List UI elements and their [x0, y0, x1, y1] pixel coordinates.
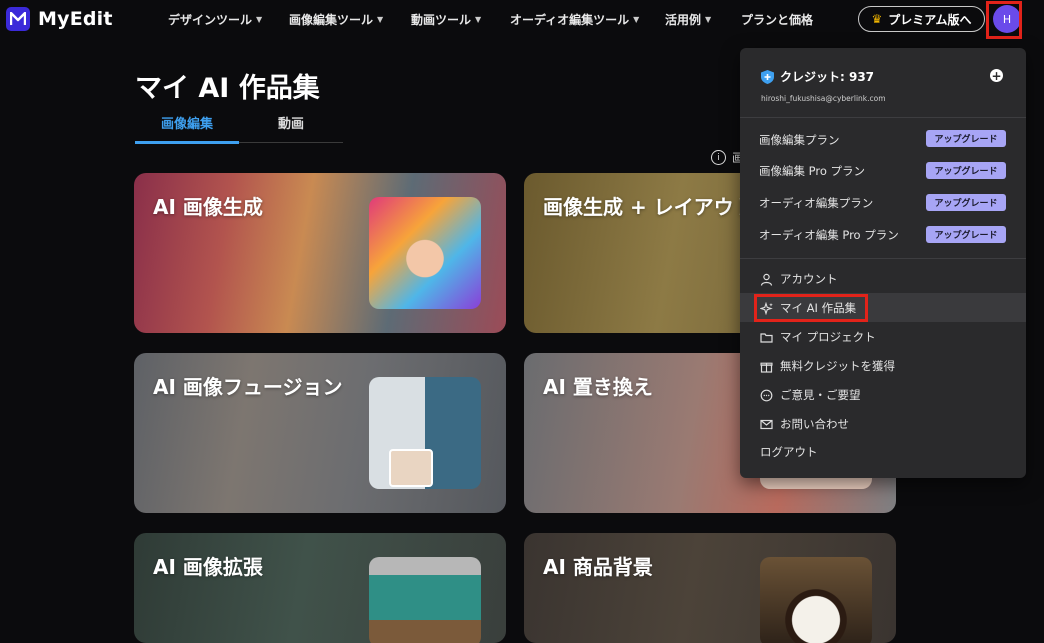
upgrade-image-edit-pro-button[interactable]: アップグレード	[926, 162, 1006, 179]
tab-image-edit[interactable]: 画像編集	[135, 113, 239, 132]
gift-icon	[760, 362, 773, 373]
card-title: AI 画像拡張	[153, 555, 263, 579]
card-ai-product-background[interactable]: AI 商品背景	[524, 533, 896, 643]
menu-item-my-projects[interactable]: マイ プロジェクト	[760, 329, 876, 345]
nav-menu-label: 動画ツール	[411, 12, 472, 27]
nav-menu-design-tools[interactable]: デザインツール ▼	[168, 0, 262, 38]
plan-image-edit-label: 画像編集プラン	[759, 133, 840, 147]
highlight-box-my-ai-works	[754, 294, 868, 322]
plan-audio-edit-label: オーディオ編集プラン	[759, 196, 874, 210]
menu-item-contact[interactable]: お問い合わせ	[760, 416, 849, 432]
highlight-box-avatar	[986, 1, 1022, 39]
expansion-thumbnail	[369, 557, 481, 643]
nav-menu-audio-tools[interactable]: オーディオ編集ツール ▼	[510, 0, 639, 38]
nav-menu-label: オーディオ編集ツール	[510, 12, 630, 27]
chevron-down-icon: ▼	[377, 14, 384, 24]
card-title: AI 商品背景	[543, 555, 653, 579]
menu-item-label: ご意見・ご要望	[780, 388, 861, 402]
coffee-thumbnail	[760, 557, 872, 643]
card-title: AI 画像フュージョン	[153, 375, 343, 399]
tab-video[interactable]: 動画	[239, 113, 343, 132]
upgrade-image-edit-button[interactable]: アップグレード	[926, 130, 1006, 147]
plan-image-edit-pro-label: 画像編集 Pro プラン	[759, 164, 866, 178]
menu-item-account[interactable]: アカウント	[760, 271, 838, 287]
menu-item-label: お問い合わせ	[780, 417, 849, 431]
nav-menu-label: 画像編集ツール	[289, 12, 374, 27]
card-ai-image-fusion[interactable]: AI 画像フュージョン	[134, 353, 506, 513]
tab-bar: 画像編集 動画	[135, 110, 343, 144]
menu-item-label: アカウント	[780, 272, 838, 286]
card-ai-image-generation[interactable]: AI 画像生成	[134, 173, 506, 333]
premium-label: プレミアム版へ	[888, 12, 972, 27]
add-credit-icon[interactable]: +	[990, 69, 1003, 82]
chevron-down-icon: ▼	[475, 14, 482, 24]
nav-menu-label: 活用例	[665, 12, 702, 27]
divider	[740, 258, 1026, 259]
nav-menu-label: デザインツール	[168, 12, 253, 27]
nav-menu-image-tools[interactable]: 画像編集ツール ▼	[289, 0, 383, 38]
top-navigation: MyEdit デザインツール ▼ 画像編集ツール ▼ 動画ツール ▼ オーディオ編集ツ…	[0, 0, 1044, 40]
chevron-down-icon: ▼	[705, 14, 712, 24]
account-dropdown: クレジット: 937 + hiroshi_fukushisa@cyberlink…	[740, 48, 1026, 478]
menu-item-label: ログアウト	[760, 445, 818, 459]
logo-text: MyEdit	[38, 8, 113, 30]
nav-menu-pricing[interactable]: プランと価格	[741, 0, 813, 38]
active-tab-indicator	[135, 141, 239, 144]
myedit-logo[interactable]: MyEdit	[6, 7, 113, 31]
plan-audio-edit-pro-label: オーディオ編集 Pro プラン	[759, 228, 899, 242]
divider	[740, 117, 1026, 118]
nav-menu-label: プランと価格	[741, 12, 814, 27]
myedit-logo-icon	[6, 7, 30, 31]
upgrade-audio-edit-pro-button[interactable]: アップグレード	[926, 226, 1006, 243]
menu-item-label: マイ プロジェクト	[780, 330, 876, 344]
menu-item-free-credits[interactable]: 無料クレジットを獲得	[760, 358, 895, 374]
card-title: AI 画像生成	[153, 195, 263, 219]
folder-icon	[760, 332, 773, 343]
nav-menu-video-tools[interactable]: 動画ツール ▼	[411, 0, 481, 38]
premium-upgrade-button[interactable]: ♛ プレミアム版へ	[858, 6, 985, 32]
card-ai-image-expansion[interactable]: AI 画像拡張	[134, 533, 506, 643]
nav-menu-use-cases[interactable]: 活用例 ▼	[665, 0, 711, 38]
user-email: hiroshi_fukushisa@cyberlink.com	[761, 94, 886, 103]
feedback-icon	[760, 389, 773, 401]
card-title: 画像生成 + レイアウト	[543, 195, 754, 219]
mail-icon	[760, 419, 773, 429]
card-title: AI 置き換え	[543, 375, 653, 399]
credit-label: クレジット: 937	[780, 70, 875, 84]
chevron-down-icon: ▼	[256, 14, 263, 24]
upgrade-audio-edit-button[interactable]: アップグレード	[926, 194, 1006, 211]
fusion-inset-photo	[389, 449, 433, 487]
credit-balance: クレジット: 937	[761, 68, 874, 85]
crown-icon: ♛	[871, 12, 883, 26]
menu-item-label: 無料クレジットを獲得	[780, 359, 895, 373]
chevron-down-icon: ▼	[633, 14, 640, 24]
page-title: マイ AI 作品集	[135, 73, 320, 104]
shield-icon	[761, 69, 774, 84]
user-icon	[760, 273, 773, 286]
menu-item-logout[interactable]: ログアウト	[760, 444, 818, 460]
menu-item-feedback[interactable]: ご意見・ご要望	[760, 387, 861, 403]
info-icon: i	[711, 150, 726, 165]
fusion-thumbnail	[369, 377, 481, 489]
anime-portrait-thumbnail	[369, 197, 481, 309]
